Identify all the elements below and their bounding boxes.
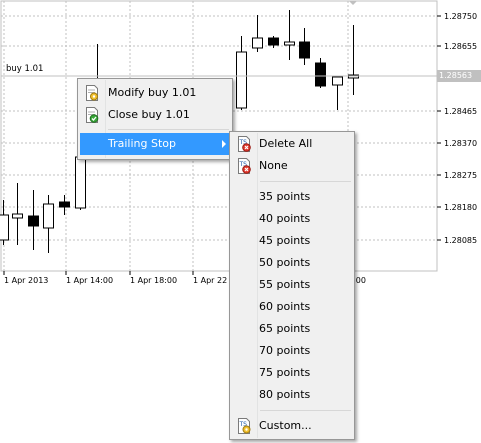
- price-tick-label: 1.28180: [444, 203, 477, 212]
- menu-separator: [260, 181, 351, 182]
- menu-item-label: 75 points: [259, 366, 311, 379]
- submenu-arrow-icon: [222, 140, 226, 148]
- menu-item-label: Close buy 1.01: [108, 108, 190, 121]
- menu-item-points[interactable]: 50 points: [232, 252, 352, 274]
- menu-item-none[interactable]: TS None: [232, 155, 352, 177]
- price-tick-label: 1.28655: [444, 42, 477, 51]
- trade-label: buy 1.01: [6, 64, 44, 74]
- candle-body: [284, 41, 295, 46]
- menu-item-modify[interactable]: Modify buy 1.01: [80, 82, 230, 104]
- price-tick-label: 1.28085: [444, 236, 477, 245]
- menu-item-label: Custom...: [259, 419, 312, 432]
- time-tick-label: 1 Apr 14:00: [66, 276, 113, 285]
- menu-item-label: 60 points: [259, 300, 311, 313]
- candle-body: [268, 37, 279, 46]
- trailing-delete-icon: TS: [238, 136, 251, 152]
- menu-item-trailing-stop[interactable]: Trailing Stop: [80, 133, 230, 155]
- menu-item-label: 45 points: [259, 234, 311, 247]
- candle-body: [299, 41, 310, 59]
- menu-item-points[interactable]: 80 points: [232, 384, 352, 406]
- candle-body: [315, 62, 326, 87]
- candle-body: [59, 201, 70, 208]
- menu-item-label: 50 points: [259, 256, 311, 269]
- menu-item-points[interactable]: 45 points: [232, 230, 352, 252]
- candle-body: [332, 76, 343, 86]
- menu-item-points[interactable]: 75 points: [232, 362, 352, 384]
- price-tick-label: 1.28750: [444, 12, 477, 21]
- menu-item-delete-all[interactable]: TS Delete All: [232, 133, 352, 155]
- time-tick-label: 1 Apr 2013: [4, 276, 48, 285]
- price-tick-label: 1.28275: [444, 171, 477, 180]
- menu-item-close[interactable]: Close buy 1.01: [80, 104, 230, 126]
- menu-item-points[interactable]: 70 points: [232, 340, 352, 362]
- menu-item-label: 65 points: [259, 322, 311, 335]
- current-price-tag: 1.28563: [437, 70, 481, 82]
- menu-item-label: Trailing Stop: [108, 137, 176, 150]
- price-tick-label: 1.28370: [444, 139, 477, 148]
- menu-item-label: Delete All: [259, 137, 313, 150]
- menu-item-points[interactable]: 65 points: [232, 318, 352, 340]
- menu-item-points[interactable]: 35 points: [232, 186, 352, 208]
- trailing-stop-submenu: TS Delete All TS None 35 points 40 point…: [229, 131, 355, 440]
- menu-item-label: None: [259, 159, 288, 172]
- menu-item-points[interactable]: 55 points: [232, 274, 352, 296]
- menu-item-label: 70 points: [259, 344, 311, 357]
- menu-item-custom[interactable]: TS Custom...: [232, 415, 352, 437]
- menu-item-points[interactable]: 60 points: [232, 296, 352, 318]
- candle-body: [43, 203, 54, 229]
- candle-body: [28, 215, 39, 227]
- candle-body: [75, 156, 86, 209]
- trailing-custom-icon: TS: [238, 418, 251, 434]
- trailing-none-icon: TS: [238, 158, 251, 174]
- order-modify-icon: [86, 85, 98, 101]
- menu-separator: [108, 129, 229, 130]
- candle-body: [236, 51, 247, 109]
- candle-body: [0, 214, 9, 241]
- time-tick-label: 1 Apr 18:00: [130, 276, 177, 285]
- candle-body: [252, 37, 263, 49]
- candle: [315, 58, 326, 88]
- menu-separator: [260, 410, 351, 411]
- context-menu: Modify buy 1.01 Close buy 1.01 Trailing …: [77, 78, 233, 160]
- time-tick-label: 1 Apr 22: [193, 276, 227, 285]
- menu-item-points[interactable]: 40 points: [232, 208, 352, 230]
- menu-item-label: 80 points: [259, 388, 311, 401]
- menu-item-label: 55 points: [259, 278, 311, 291]
- menu-item-label: 35 points: [259, 190, 311, 203]
- candle-body: [12, 213, 23, 219]
- menu-item-label: Modify buy 1.01: [108, 86, 197, 99]
- price-tick-label: 1.28465: [444, 107, 477, 116]
- order-close-icon: [86, 107, 99, 123]
- menu-item-label: 40 points: [259, 212, 311, 225]
